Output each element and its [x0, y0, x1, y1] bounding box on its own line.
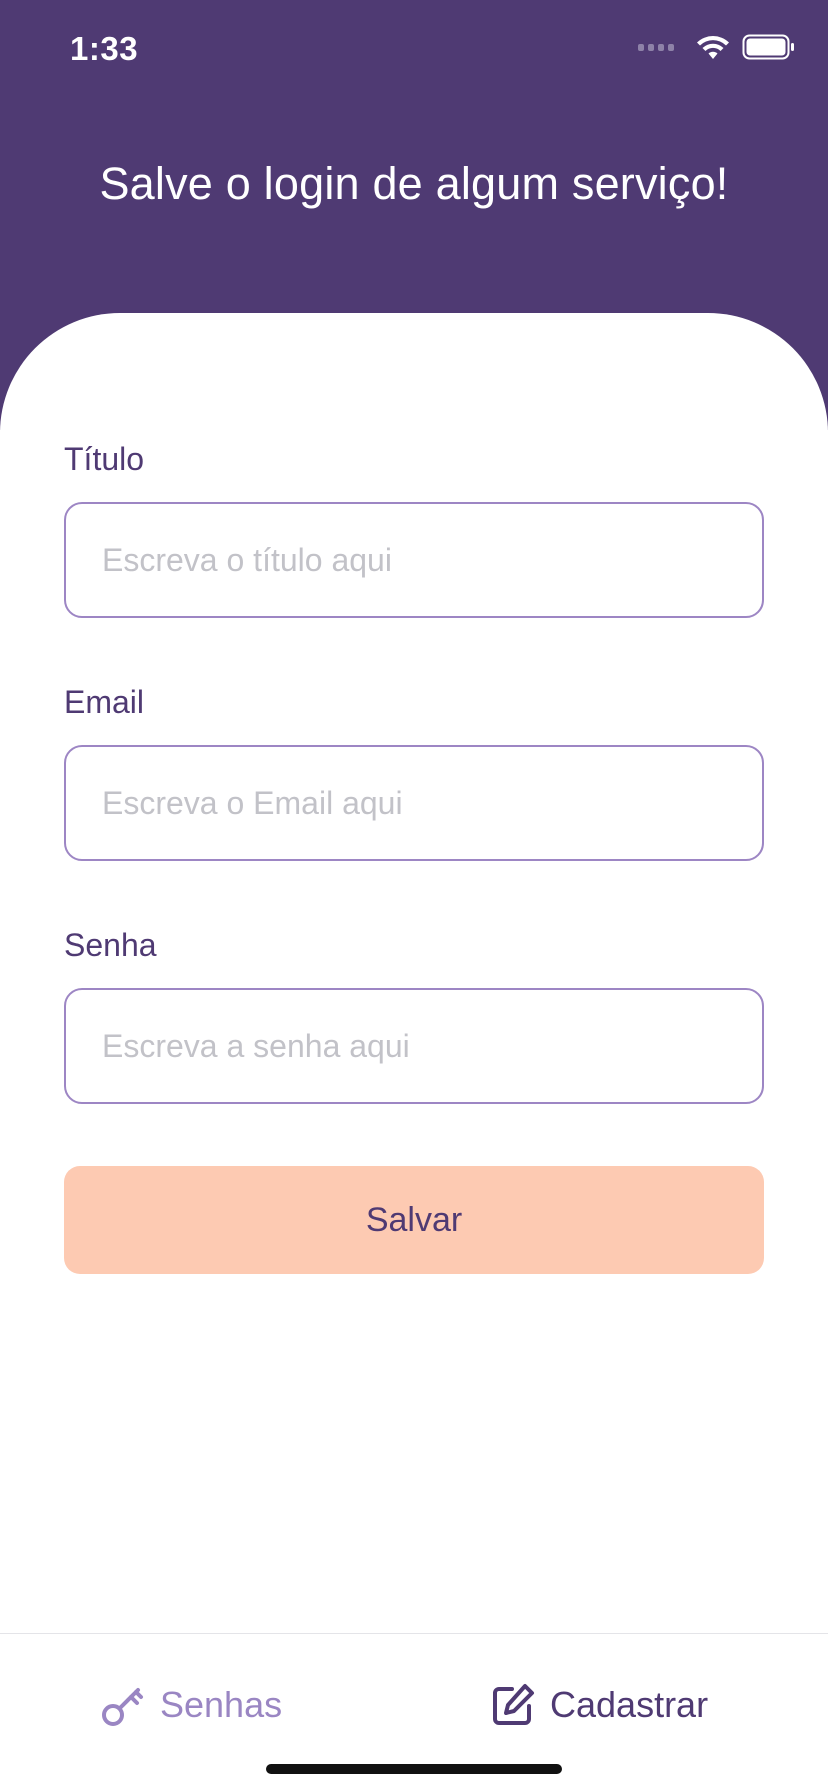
status-time: 1:33 [70, 30, 139, 67]
status-icons [638, 34, 796, 60]
tab-senhas-label: Senhas [160, 1684, 283, 1725]
wifi-icon [697, 36, 729, 59]
tab-senhas[interactable]: Senhas [100, 1682, 282, 1728]
page-title: Salve o login de algum serviço! [99, 158, 729, 209]
email-input[interactable] [64, 745, 764, 861]
cellular-signal-icon [638, 43, 674, 51]
edit-icon [493, 1684, 534, 1725]
title-input[interactable] [64, 502, 764, 618]
tab-cadastrar[interactable]: Cadastrar [490, 1682, 708, 1728]
key-icon [102, 1688, 143, 1726]
email-label: Email [64, 684, 145, 720]
title-label: Título [64, 441, 145, 477]
save-button[interactable]: Salvar [64, 1166, 764, 1274]
home-indicator [266, 1764, 562, 1774]
password-input[interactable] [64, 988, 764, 1104]
battery-icon [742, 34, 794, 60]
tab-cadastrar-label: Cadastrar [550, 1684, 709, 1725]
password-label: Senha [64, 927, 157, 963]
